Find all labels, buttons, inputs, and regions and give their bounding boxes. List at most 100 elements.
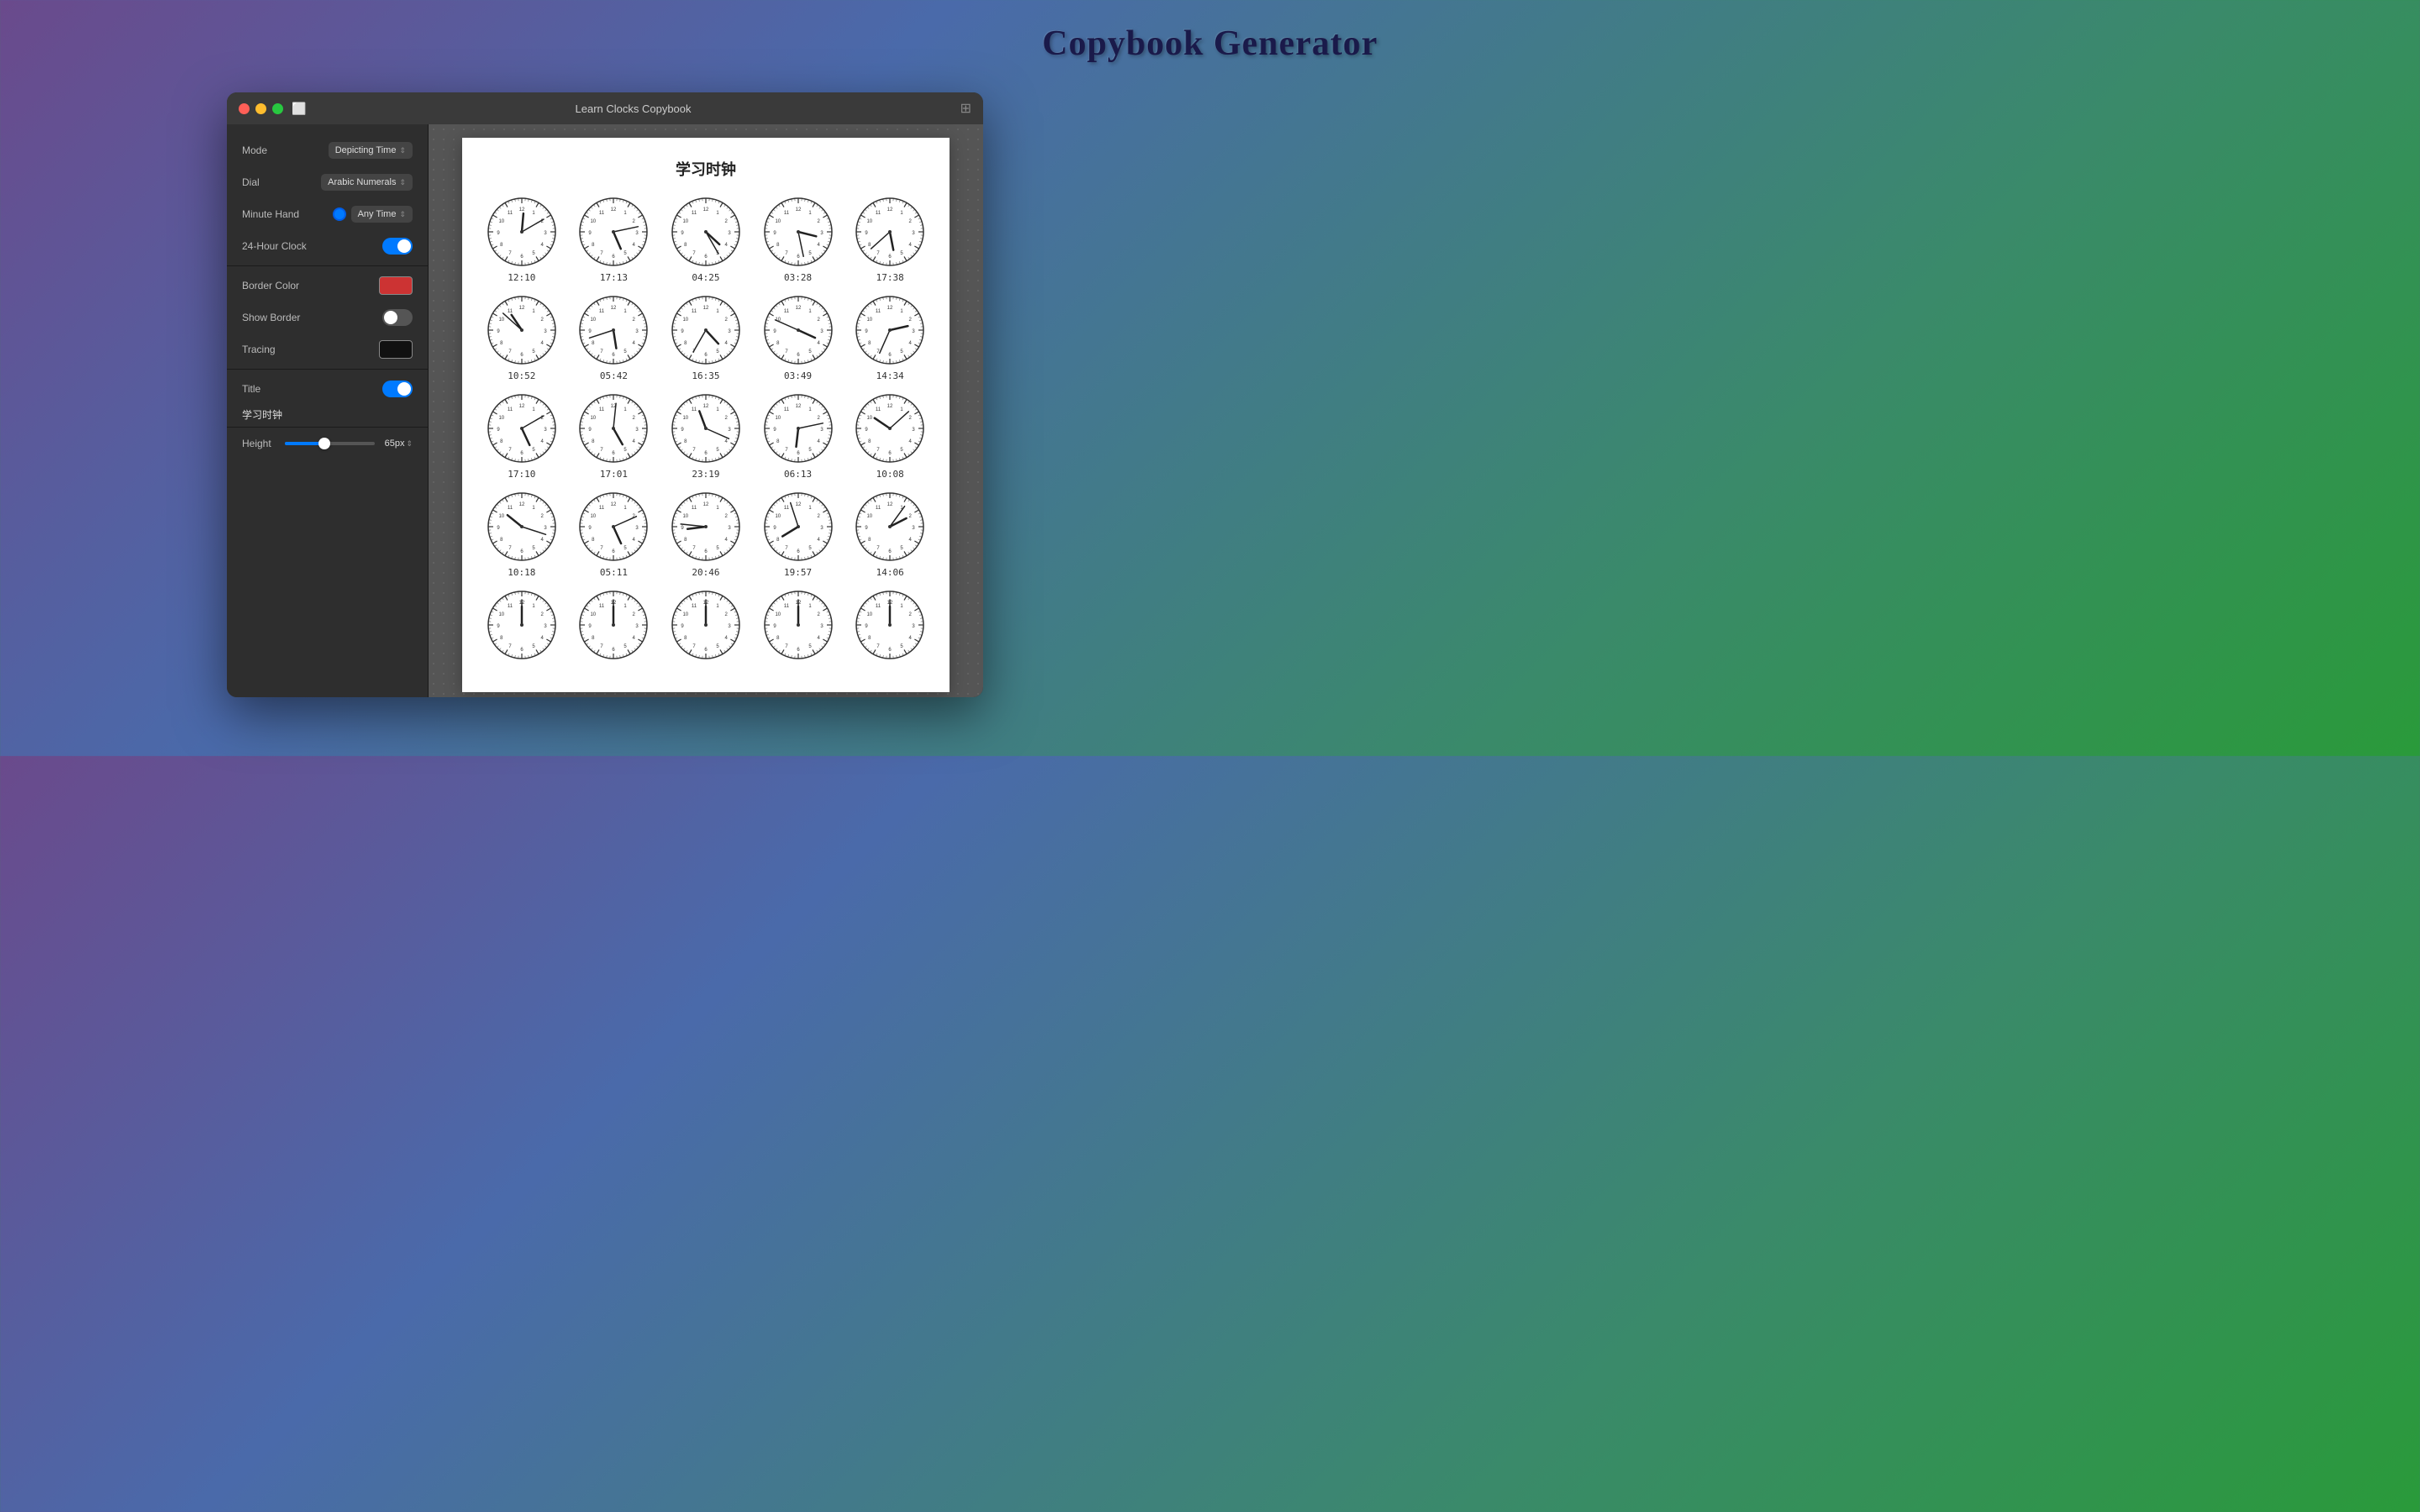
title-label: Title bbox=[242, 383, 260, 395]
clock-item: 121234567891011 17:38 bbox=[847, 195, 933, 283]
clock-item: 121234567891011 10:08 bbox=[847, 391, 933, 480]
svg-text:10: 10 bbox=[682, 514, 688, 519]
clock-time: 03:28 bbox=[784, 272, 812, 283]
clock-item: 121234567891011 10:52 bbox=[479, 293, 565, 381]
border-color-label: Border Color bbox=[242, 280, 299, 291]
svg-text:10: 10 bbox=[775, 416, 781, 421]
svg-text:12: 12 bbox=[518, 207, 524, 213]
sidebar-toggle-icon[interactable]: ⬜ bbox=[292, 102, 306, 116]
title-row: Title bbox=[227, 373, 428, 405]
title-input[interactable]: 学习时钟 bbox=[227, 405, 428, 423]
svg-text:10: 10 bbox=[591, 416, 597, 421]
svg-text:10: 10 bbox=[682, 612, 688, 617]
show-border-label: Show Border bbox=[242, 312, 300, 323]
clock-item: 121234567891011 14:34 bbox=[847, 293, 933, 381]
traffic-lights bbox=[239, 103, 283, 114]
svg-text:10: 10 bbox=[498, 318, 504, 323]
svg-text:12: 12 bbox=[703, 207, 709, 213]
clock-item: 121234567891011 06:13 bbox=[755, 391, 841, 480]
clock-time: 14:34 bbox=[876, 370, 904, 381]
clock-time: 10:08 bbox=[876, 469, 904, 480]
svg-text:11: 11 bbox=[876, 407, 881, 412]
clocks-grid: 121234567891011 12:10 121234567891011 17… bbox=[479, 195, 933, 665]
clock-time: 17:10 bbox=[508, 469, 535, 480]
svg-text:10: 10 bbox=[591, 219, 597, 224]
svg-text:11: 11 bbox=[599, 407, 605, 412]
close-button[interactable] bbox=[239, 103, 250, 114]
svg-text:11: 11 bbox=[783, 309, 789, 314]
clock-time: 20:46 bbox=[692, 567, 719, 578]
maximize-button[interactable] bbox=[272, 103, 283, 114]
height-slider-track[interactable] bbox=[285, 442, 375, 445]
svg-text:11: 11 bbox=[692, 604, 697, 609]
svg-text:11: 11 bbox=[783, 407, 789, 412]
svg-text:11: 11 bbox=[876, 211, 881, 216]
mode-select[interactable]: Depicting Time bbox=[329, 142, 413, 159]
height-slider-fill bbox=[285, 442, 321, 445]
svg-text:11: 11 bbox=[692, 407, 697, 412]
svg-text:10: 10 bbox=[682, 318, 688, 323]
clock-item: 121234567891011 05:42 bbox=[571, 293, 657, 381]
height-slider-thumb[interactable] bbox=[318, 438, 330, 449]
title-toggle[interactable] bbox=[382, 381, 413, 397]
main-content: 学习时钟 121234567891011 12:10 1212345678910… bbox=[429, 124, 983, 697]
svg-text:10: 10 bbox=[867, 416, 873, 421]
clock-time: 10:52 bbox=[508, 370, 535, 381]
svg-text:12: 12 bbox=[703, 404, 709, 409]
svg-text:12: 12 bbox=[887, 404, 893, 409]
svg-text:11: 11 bbox=[599, 506, 605, 511]
clock-time: 05:11 bbox=[600, 567, 628, 578]
dial-row: Dial Arabic Numerals bbox=[227, 166, 428, 198]
clock-time: 12:10 bbox=[508, 272, 535, 283]
clock-item: 121234567891011 bbox=[755, 588, 841, 665]
tracing-color-swatch[interactable] bbox=[379, 340, 413, 359]
height-row: Height 65px bbox=[227, 431, 428, 456]
svg-text:10: 10 bbox=[775, 514, 781, 519]
clock-time: 17:38 bbox=[876, 272, 904, 283]
clock-item: 121234567891011 20:46 bbox=[663, 490, 749, 578]
paper-title: 学习时钟 bbox=[479, 158, 933, 180]
paper: 学习时钟 121234567891011 12:10 1212345678910… bbox=[462, 138, 950, 692]
svg-text:12: 12 bbox=[795, 207, 801, 213]
svg-text:11: 11 bbox=[692, 506, 697, 511]
height-stepper[interactable] bbox=[406, 438, 413, 449]
mode-row: Mode Depicting Time bbox=[227, 134, 428, 166]
svg-text:12: 12 bbox=[611, 306, 617, 311]
svg-text:12: 12 bbox=[795, 306, 801, 311]
clock-time: 03:49 bbox=[784, 370, 812, 381]
clock-item: 121234567891011 17:01 bbox=[571, 391, 657, 480]
clock-time: 17:01 bbox=[600, 469, 628, 480]
show-border-row: Show Border bbox=[227, 302, 428, 333]
svg-text:11: 11 bbox=[508, 506, 513, 511]
dial-select[interactable]: Arabic Numerals bbox=[321, 174, 413, 191]
svg-text:11: 11 bbox=[783, 506, 789, 511]
minimize-button[interactable] bbox=[255, 103, 266, 114]
clock-item: 121234567891011 23:19 bbox=[663, 391, 749, 480]
svg-text:10: 10 bbox=[867, 514, 873, 519]
minute-hand-dot[interactable] bbox=[333, 207, 346, 221]
svg-text:11: 11 bbox=[599, 309, 605, 314]
titlebar: ⬜ Learn Clocks Copybook ⊞ bbox=[227, 92, 983, 124]
border-color-swatch[interactable] bbox=[379, 276, 413, 295]
minute-hand-select[interactable]: Any Time bbox=[351, 206, 413, 223]
hour-clock-row: 24-Hour Clock bbox=[227, 230, 428, 262]
svg-text:11: 11 bbox=[508, 211, 513, 216]
clock-time: 05:42 bbox=[600, 370, 628, 381]
clock-item: 121234567891011 bbox=[479, 588, 565, 665]
clock-item: 121234567891011 19:57 bbox=[755, 490, 841, 578]
main-window: ⬜ Learn Clocks Copybook ⊞ Mode Depicting… bbox=[227, 92, 983, 697]
svg-text:10: 10 bbox=[591, 318, 597, 323]
svg-text:12: 12 bbox=[887, 306, 893, 311]
svg-text:10: 10 bbox=[682, 219, 688, 224]
show-border-toggle[interactable] bbox=[382, 309, 413, 326]
svg-text:12: 12 bbox=[611, 207, 617, 213]
svg-text:12: 12 bbox=[518, 502, 524, 507]
svg-text:10: 10 bbox=[498, 612, 504, 617]
svg-text:11: 11 bbox=[692, 309, 697, 314]
grid-icon[interactable]: ⊞ bbox=[960, 100, 971, 117]
tracing-label: Tracing bbox=[242, 344, 276, 355]
mode-label: Mode bbox=[242, 144, 267, 156]
hour-clock-toggle[interactable] bbox=[382, 238, 413, 255]
height-label: Height bbox=[242, 438, 271, 449]
clock-item: 121234567891011 12:10 bbox=[479, 195, 565, 283]
